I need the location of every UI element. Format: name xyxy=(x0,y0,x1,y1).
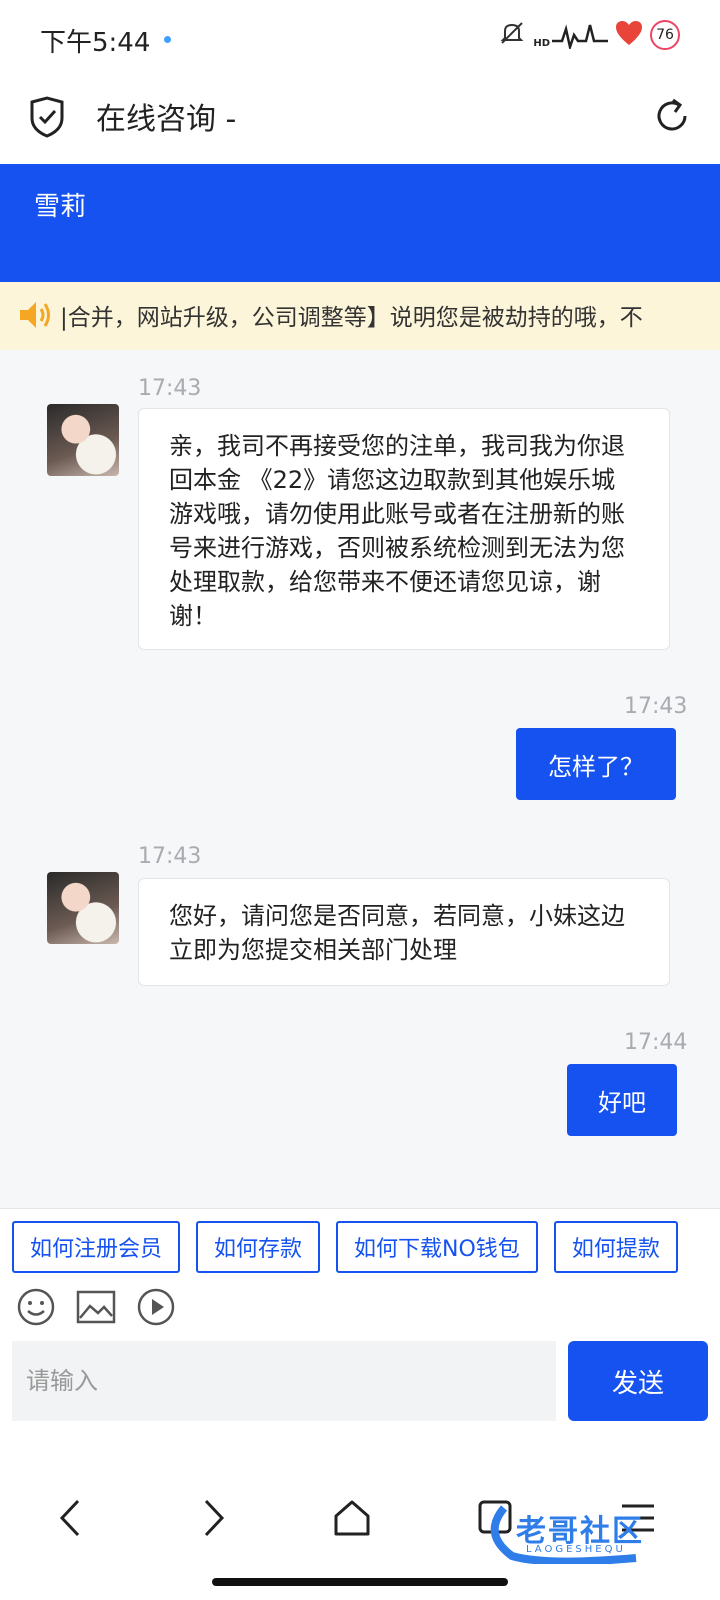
page-title: 在线咨询 - xyxy=(96,102,237,137)
quick-reply-withdraw[interactable]: 如何提款 xyxy=(553,1221,678,1273)
tool-row xyxy=(16,1287,176,1331)
agent-name: 雪莉 xyxy=(34,192,87,222)
send-button[interactable]: 发送 xyxy=(568,1341,708,1421)
agent-avatar[interactable] xyxy=(47,872,119,944)
browser-nav-bar: 老哥社区 LAOGESHEQU xyxy=(0,1458,720,1600)
refresh-icon[interactable] xyxy=(652,94,692,142)
status-bar: 下午5:44 HD 76 xyxy=(0,0,720,76)
composer: 如何注册会员 如何存款 如何下载NO钱包 如何提款 发送 xyxy=(0,1208,720,1458)
user-message-bubble: 怎样了？ xyxy=(516,728,676,800)
message-time: 17:43 xyxy=(624,694,688,719)
message-input[interactable] xyxy=(12,1341,556,1421)
watermark-logo: 老哥社区 LAOGESHEQU xyxy=(486,1500,706,1564)
message-time: 17:43 xyxy=(138,376,202,401)
title-bar: 在线咨询 - xyxy=(0,76,720,164)
status-icons: HD 76 xyxy=(497,18,680,52)
message-time: 17:44 xyxy=(624,1030,688,1055)
mute-alarm-icon xyxy=(497,18,527,52)
agent-avatar[interactable] xyxy=(47,404,119,476)
back-icon[interactable] xyxy=(58,1498,84,1542)
agent-message-bubble: 亲，我司不再接受您的注单，我司我为你退回本金 《22》请您这边取款到其他娱乐城游… xyxy=(138,408,670,650)
hd-signal-icon: HD xyxy=(533,21,608,49)
notification-dot xyxy=(164,36,171,43)
quick-reply-deposit[interactable]: 如何存款 xyxy=(196,1221,321,1273)
home-icon[interactable] xyxy=(332,1498,372,1542)
hd-label: HD xyxy=(533,38,550,49)
agent-header: 雪莉 xyxy=(0,164,720,282)
heart-icon xyxy=(614,19,644,51)
notice-marquee: |合并，网站升级，公司调整等】说明您是被劫持的哦，不 xyxy=(0,282,720,350)
status-time: 下午5:44 xyxy=(40,28,151,58)
battery-icon: 76 xyxy=(650,20,680,50)
message-time: 17:43 xyxy=(138,844,202,869)
quick-reply-wallet[interactable]: 如何下载NO钱包 xyxy=(336,1221,538,1273)
image-icon[interactable] xyxy=(76,1287,116,1331)
video-icon[interactable] xyxy=(136,1287,176,1331)
speaker-icon xyxy=(18,298,54,336)
agent-message-bubble: 您好，请问您是否同意，若同意，小妹这边立即为您提交相关部门处理 xyxy=(138,878,670,986)
quick-reply-row: 如何注册会员 如何存款 如何下载NO钱包 如何提款 xyxy=(12,1221,678,1273)
watermark-subtitle: LAOGESHEQU xyxy=(526,1544,626,1555)
home-indicator[interactable] xyxy=(212,1578,508,1586)
emoji-icon[interactable] xyxy=(16,1287,56,1331)
user-message-bubble: 好吧 xyxy=(567,1064,677,1136)
chat-area[interactable]: 17:43 亲，我司不再接受您的注单，我司我为你退回本金 《22》请您这边取款到… xyxy=(0,350,720,1208)
quick-reply-register[interactable]: 如何注册会员 xyxy=(12,1221,181,1273)
forward-icon[interactable] xyxy=(200,1498,226,1542)
shield-icon[interactable] xyxy=(28,96,66,142)
notice-text: |合并，网站升级，公司调整等】说明您是被劫持的哦，不 xyxy=(60,305,643,331)
